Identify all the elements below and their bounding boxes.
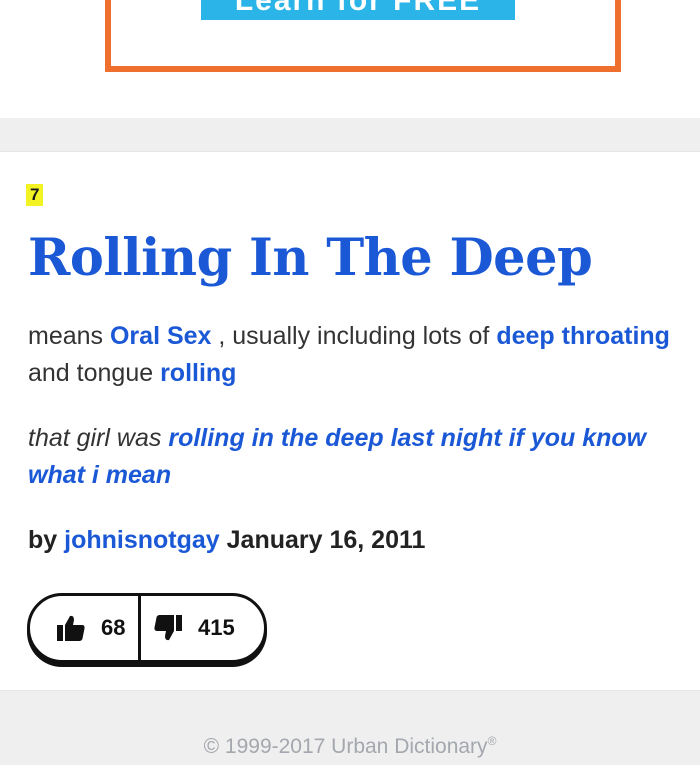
byline: by johnisnotgay January 16, 2011 — [28, 522, 425, 559]
registered-mark: ® — [487, 734, 497, 748]
rank-badge: 7 — [26, 184, 44, 206]
byline-prefix: by — [28, 526, 65, 554]
link-oral-sex[interactable]: Oral Sex — [110, 322, 211, 350]
example-text-1: that girl was — [28, 424, 169, 452]
meaning-text-3: and tongue — [28, 359, 161, 387]
word-title[interactable]: Rolling In The Deep — [28, 226, 593, 290]
ad-banner: Learn for FREE — [0, 0, 700, 118]
copyright-text: © 1999-2017 Urban Dictionary — [203, 735, 488, 758]
link-deep-throating[interactable]: deep throating — [496, 322, 670, 350]
ad-cta-button[interactable]: Learn for FREE — [201, 0, 515, 20]
upvote-button[interactable]: 68 — [30, 596, 141, 660]
definition-meaning: means Oral Sex , usually including lots … — [28, 318, 688, 392]
author-link[interactable]: johnisnotgay — [64, 526, 220, 554]
thumbs-up-icon — [57, 615, 85, 641]
upvote-count: 68 — [101, 615, 126, 640]
meaning-text-1: means — [28, 322, 110, 350]
vote-pill: 68 415 — [27, 593, 267, 663]
definition-card: 7 Rolling In The Deep means Oral Sex , u… — [0, 151, 700, 691]
link-rolling[interactable]: rolling — [160, 359, 236, 387]
downvote-button[interactable]: 415 — [141, 596, 264, 660]
post-date: January 16, 2011 — [226, 526, 426, 554]
definition-example: that girl was rolling in the deep last n… — [28, 420, 688, 494]
ad-cta-label: Learn for FREE — [234, 0, 482, 17]
downvote-count: 415 — [198, 615, 235, 640]
meaning-text-2: , usually including lots of — [211, 322, 497, 350]
footer-copyright: © 1999-2017 Urban Dictionary® — [0, 728, 700, 760]
thumbs-down-icon — [154, 615, 182, 641]
